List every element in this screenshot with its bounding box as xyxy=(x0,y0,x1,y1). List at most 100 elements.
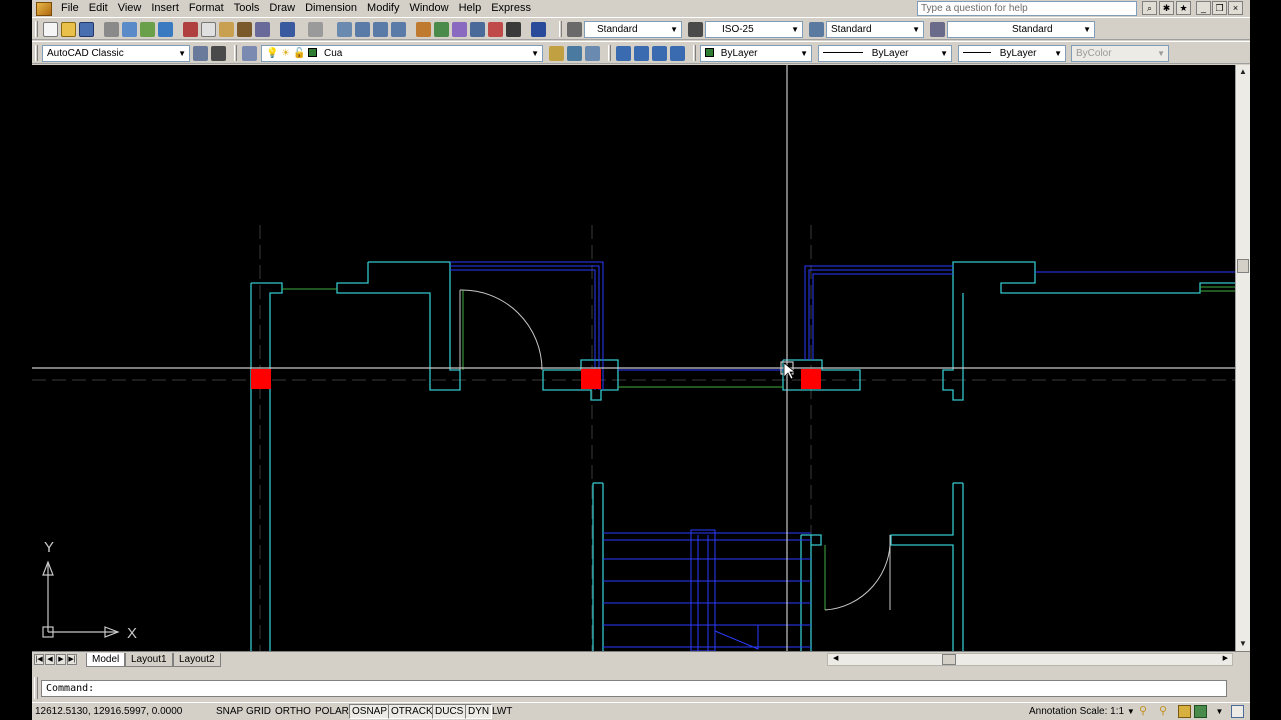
last-tab-arrow-icon[interactable]: ▶| xyxy=(67,654,77,665)
undo-icon[interactable] xyxy=(280,22,295,37)
quickcalc-icon[interactable] xyxy=(506,22,521,37)
toolbar-grip[interactable] xyxy=(608,45,611,61)
scroll-right-arrow-icon[interactable]: ▶ xyxy=(1223,654,1228,662)
annotation-visibility-icon[interactable]: ⚲ xyxy=(1139,705,1152,718)
plot-preview-icon[interactable] xyxy=(122,22,137,37)
floor-plan-drawing[interactable]: Y X xyxy=(32,65,1235,651)
linetype-dropdown[interactable]: ByLayer ▼ xyxy=(818,45,952,62)
first-tab-arrow-icon[interactable]: |◀ xyxy=(34,654,44,665)
properties-icon[interactable] xyxy=(416,22,431,37)
auto-scale-icon[interactable]: ⚲ xyxy=(1159,705,1172,718)
scroll-left-arrow-icon[interactable]: ◀ xyxy=(833,654,838,662)
toolbar-grip[interactable] xyxy=(693,45,696,61)
dimension-style-icon[interactable] xyxy=(688,22,703,37)
make-object-layer-current-icon[interactable] xyxy=(549,46,564,61)
layer-properties-icon[interactable] xyxy=(242,46,257,61)
search-icon[interactable]: ⌕ xyxy=(1142,1,1157,15)
clean-screen-icon[interactable] xyxy=(1231,705,1244,718)
ortho-toggle[interactable]: ORTHO xyxy=(272,704,314,719)
lwt-toggle[interactable]: LWT xyxy=(489,704,515,719)
menu-window[interactable]: Window xyxy=(404,1,453,16)
restore-icon[interactable]: ❐ xyxy=(1212,1,1227,15)
my-workspace-icon[interactable] xyxy=(211,46,226,61)
menu-dimension[interactable]: Dimension xyxy=(300,1,362,16)
ducs-toggle[interactable]: DUCS xyxy=(432,704,467,719)
new-file-icon[interactable] xyxy=(43,22,58,37)
send-to-back-icon[interactable] xyxy=(634,46,649,61)
dimension-style-dropdown[interactable]: ISO-25 ▼ xyxy=(705,21,803,38)
menu-modify[interactable]: Modify xyxy=(362,1,404,16)
table-style-icon[interactable] xyxy=(809,22,824,37)
bring-to-front-icon[interactable] xyxy=(616,46,631,61)
tab-model[interactable]: Model xyxy=(86,653,126,667)
cut-icon[interactable] xyxy=(183,22,198,37)
3d-dwf-icon[interactable] xyxy=(158,22,173,37)
workspace-dropdown[interactable]: AutoCAD Classic ▼ xyxy=(42,45,190,62)
status-menu-arrow-icon[interactable]: ▼ xyxy=(1213,705,1226,718)
toolbar-grip[interactable] xyxy=(234,45,237,61)
zoom-window-icon[interactable] xyxy=(373,22,388,37)
snap-toggle[interactable]: SNAP xyxy=(213,704,246,719)
workspace-settings-icon[interactable] xyxy=(193,46,208,61)
multileader-style-dropdown[interactable]: Standard ▼ xyxy=(947,21,1095,38)
coordinate-readout[interactable]: 12612.5130, 12916.5997, 0.0000 xyxy=(35,705,182,719)
save-icon[interactable] xyxy=(79,22,94,37)
help-icon[interactable] xyxy=(531,22,546,37)
menu-draw[interactable]: Draw xyxy=(264,1,300,16)
scroll-up-arrow-icon[interactable]: ▲ xyxy=(1236,65,1250,79)
design-center-icon[interactable] xyxy=(434,22,449,37)
zoom-previous-icon[interactable] xyxy=(391,22,406,37)
toolbar-grip[interactable] xyxy=(559,21,562,37)
menu-tools[interactable]: Tools xyxy=(229,1,265,16)
previous-tab-arrow-icon[interactable]: ◀ xyxy=(45,654,55,665)
tool-palettes-icon[interactable] xyxy=(452,22,467,37)
toolbar-grip[interactable] xyxy=(35,45,38,61)
text-style-dropdown[interactable]: Standard ▼ xyxy=(584,21,682,38)
annotation-scale[interactable]: Annotation Scale: 1:1 ▼ xyxy=(1029,705,1135,719)
tab-layout2[interactable]: Layout2 xyxy=(173,653,221,667)
grid-toggle[interactable]: GRID xyxy=(243,704,274,719)
match-properties-icon[interactable] xyxy=(237,22,252,37)
menu-express[interactable]: Express xyxy=(486,1,536,16)
layer-states-icon[interactable] xyxy=(585,46,600,61)
block-editor-icon[interactable] xyxy=(255,22,270,37)
polar-toggle[interactable]: POLAR xyxy=(312,704,352,719)
publish-icon[interactable] xyxy=(140,22,155,37)
menu-view[interactable]: View xyxy=(113,1,147,16)
command-input[interactable]: Command: xyxy=(41,680,1227,697)
layer-dropdown[interactable]: 💡 ☀ 🔓 Cua ▼ xyxy=(261,45,543,62)
close-icon[interactable]: × xyxy=(1228,1,1243,15)
paste-icon[interactable] xyxy=(219,22,234,37)
toolbar-grip[interactable] xyxy=(35,21,38,37)
bring-above-icon[interactable] xyxy=(652,46,667,61)
redo-icon[interactable] xyxy=(308,22,323,37)
menu-format[interactable]: Format xyxy=(184,1,229,16)
plot-icon[interactable] xyxy=(104,22,119,37)
open-file-icon[interactable] xyxy=(61,22,76,37)
text-style-icon[interactable] xyxy=(567,22,582,37)
layer-previous-icon[interactable] xyxy=(567,46,582,61)
menu-file[interactable]: File xyxy=(56,1,84,16)
drawing-area[interactable]: Y X xyxy=(32,65,1235,651)
command-line-grip[interactable] xyxy=(34,677,38,699)
zoom-realtime-icon[interactable] xyxy=(355,22,370,37)
help-search-input[interactable]: Type a question for help xyxy=(917,1,1137,16)
menu-help[interactable]: Help xyxy=(454,1,487,16)
vertical-scroll-thumb[interactable] xyxy=(1237,259,1249,273)
vertical-scrollbar[interactable]: ▲ ▼ xyxy=(1235,65,1250,651)
send-under-icon[interactable] xyxy=(670,46,685,61)
color-dropdown[interactable]: ByLayer ▼ xyxy=(700,45,812,62)
communication-center-icon[interactable]: ✱ xyxy=(1159,1,1174,15)
lock-icon[interactable] xyxy=(1178,705,1191,718)
copy-icon[interactable] xyxy=(201,22,216,37)
menu-edit[interactable]: Edit xyxy=(84,1,113,16)
autocad-app-icon[interactable] xyxy=(36,1,52,16)
multileader-style-icon[interactable] xyxy=(930,22,945,37)
favorites-star-icon[interactable]: ★ xyxy=(1176,1,1191,15)
tray-settings-icon[interactable] xyxy=(1194,705,1207,718)
markup-icon[interactable] xyxy=(488,22,503,37)
next-tab-arrow-icon[interactable]: ▶ xyxy=(56,654,66,665)
scroll-down-arrow-icon[interactable]: ▼ xyxy=(1236,637,1250,651)
tab-layout1[interactable]: Layout1 xyxy=(125,653,173,667)
horizontal-scrollbar[interactable]: ◀ ▶ xyxy=(827,653,1233,666)
